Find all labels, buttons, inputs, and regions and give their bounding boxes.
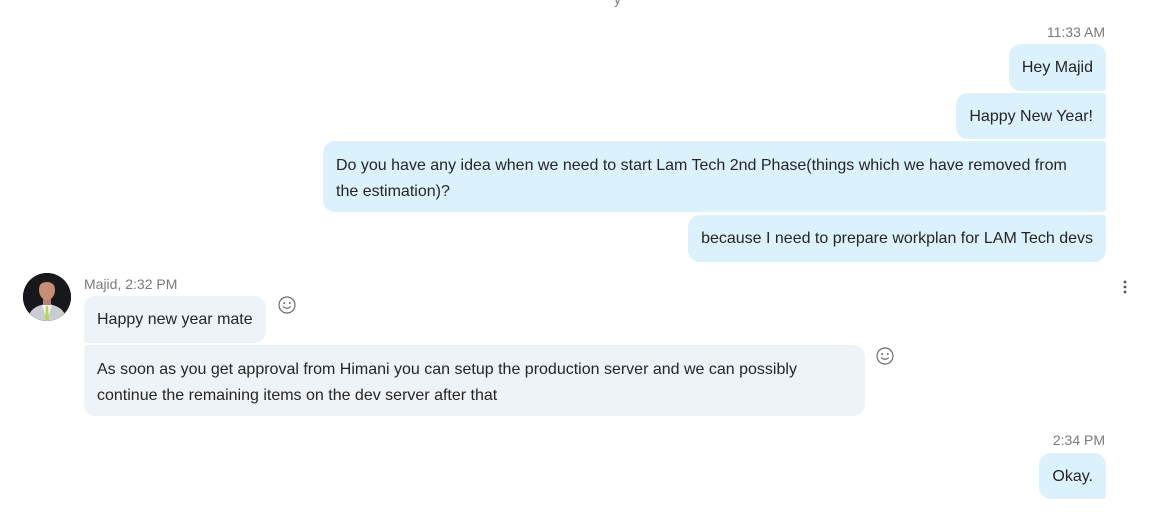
outgoing-message[interactable]: Do you have any idea when we need to sta… bbox=[323, 141, 1106, 212]
chat-thread: y 11:33 AM Hey Majid Happy New Year! Do … bbox=[0, 0, 1168, 522]
more-options-icon[interactable] bbox=[1116, 278, 1134, 296]
smiley-reaction-icon[interactable] bbox=[875, 346, 895, 366]
outgoing-message[interactable]: because I need to prepare workplan for L… bbox=[688, 215, 1106, 262]
outgoing-message[interactable]: Happy New Year! bbox=[956, 93, 1106, 139]
smiley-reaction-icon[interactable] bbox=[277, 295, 297, 315]
message-timestamp: 2:34 PM bbox=[1052, 432, 1105, 448]
incoming-message[interactable]: As soon as you get approval from Himani … bbox=[84, 345, 865, 416]
sender-name-time: Majid, 2:32 PM bbox=[84, 276, 178, 292]
message-timestamp: 11:33 AM bbox=[1046, 24, 1105, 40]
avatar-photo bbox=[23, 273, 71, 321]
incoming-message[interactable]: Happy new year mate bbox=[84, 296, 266, 343]
avatar[interactable] bbox=[23, 273, 71, 321]
outgoing-message[interactable]: Hey Majid bbox=[1008, 44, 1106, 91]
outgoing-message[interactable]: Okay. bbox=[1039, 453, 1106, 499]
clipped-text-fragment: y bbox=[614, 0, 621, 7]
